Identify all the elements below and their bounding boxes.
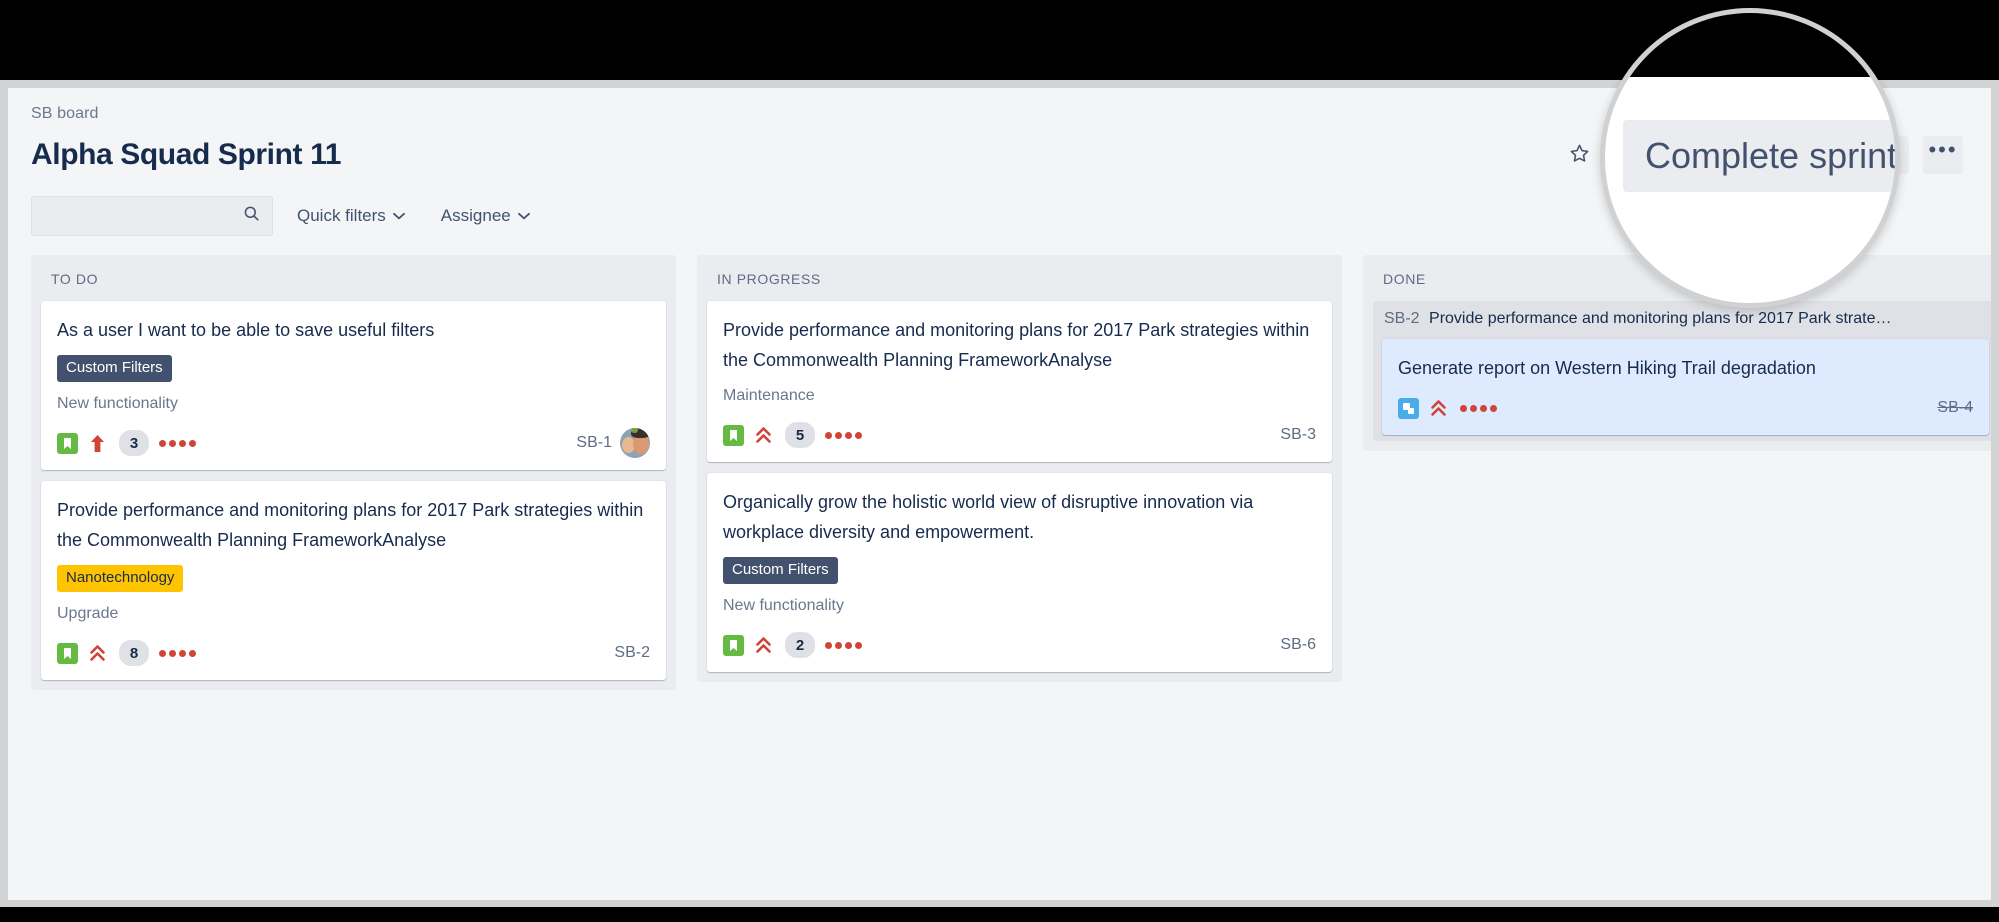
column-title: TO DO (51, 271, 99, 287)
story-icon (723, 634, 744, 656)
issue-meta: 8 (57, 640, 196, 666)
assignee-dropdown[interactable]: Assignee (429, 198, 542, 234)
status-dots (159, 649, 196, 657)
issue-identity: SB-6 (1280, 636, 1316, 654)
issue-meta: 3 (57, 430, 196, 456)
priority-highest-icon (754, 635, 775, 656)
magnifier-content: Complete sprint (1605, 13, 1898, 303)
page-title: Alpha Squad Sprint 11 (31, 138, 341, 171)
magnified-complete-sprint-label: Complete sprint (1645, 135, 1898, 176)
issue-label[interactable]: Custom Filters (723, 557, 838, 584)
issue-card[interactable]: As a user I want to be able to save usef… (41, 301, 666, 470)
column-title: IN PROGRESS (717, 271, 821, 287)
avatar[interactable] (620, 428, 650, 458)
subtask-icon (1398, 397, 1419, 419)
star-button[interactable] (1560, 136, 1598, 174)
issue-meta: 2 (723, 632, 862, 658)
issue-label[interactable]: Nanotechnology (57, 565, 184, 592)
issue-key[interactable]: SB-6 (1280, 636, 1316, 654)
chevron-down-icon (517, 210, 530, 222)
issue-identity: SB-4 (1937, 399, 1973, 417)
status-dots (159, 439, 196, 447)
issue-identity: SB-3 (1280, 426, 1316, 444)
status-dots (1460, 404, 1497, 412)
issue-title: Provide performance and monitoring plans… (723, 320, 1310, 370)
issue-key[interactable]: SB-2 (614, 644, 650, 662)
quick-filters-label: Quick filters (297, 206, 386, 225)
issue-card-footer: 5 SB-3 (723, 420, 1316, 450)
priority-highest-icon (754, 425, 775, 446)
story-points-badge: 2 (785, 632, 815, 658)
magnified-complete-sprint-button: Complete sprint (1623, 120, 1898, 192)
subtask-parent-group: SB-2 Provide performance and monitoring … (1373, 301, 1991, 441)
issue-card-footer: 3 SB-1 (57, 428, 650, 458)
issue-meta (1398, 397, 1497, 419)
issue-card-footer: 2 SB-6 (723, 630, 1316, 660)
board-column-todo: TO DO As a user I want to be able to sav… (31, 255, 676, 690)
issue-identity: SB-2 (614, 644, 650, 662)
issue-epic[interactable]: New functionality (723, 595, 1316, 617)
screen-root: SB board Alpha Squad Sprint 11 ••• Quick… (0, 0, 1999, 922)
issue-key[interactable]: SB-4 (1937, 399, 1973, 417)
issue-card-selected[interactable]: Generate report on Western Hiking Trail … (1382, 339, 1989, 435)
board-columns: TO DO As a user I want to be able to sav… (31, 255, 1991, 900)
story-icon (57, 642, 78, 664)
story-icon (723, 424, 744, 446)
issue-card-footer: 8 SB-2 (57, 638, 650, 668)
status-dots (825, 431, 862, 439)
magnifier-black-strip (1605, 13, 1895, 77)
parent-issue-title: Provide performance and monitoring plans… (1429, 310, 1892, 327)
magnifier-page-strip (1605, 77, 1895, 111)
status-dots (825, 641, 862, 649)
search-input[interactable] (32, 197, 277, 235)
issue-epic[interactable]: Maintenance (723, 385, 1316, 407)
board-column-inprogress: IN PROGRESS Provide performance and moni… (697, 255, 1342, 682)
story-points-badge: 3 (119, 430, 149, 456)
issue-card-footer: SB-4 (1398, 393, 1973, 423)
issue-card[interactable]: Organically grow the holistic world view… (707, 473, 1332, 672)
issue-card[interactable]: Provide performance and monitoring plans… (41, 481, 666, 680)
issue-label[interactable]: Custom Filters (57, 355, 172, 382)
priority-highest-icon (88, 643, 109, 664)
issue-title: Generate report on Western Hiking Trail … (1398, 358, 1816, 378)
magnifier-overlay: Complete sprint (1600, 8, 1900, 308)
search-box[interactable] (31, 196, 277, 236)
issue-title: Provide performance and monitoring plans… (57, 500, 644, 550)
priority-high-icon (88, 433, 109, 454)
story-points-badge: 5 (785, 422, 815, 448)
chevron-down-icon (392, 210, 405, 222)
parent-issue-row[interactable]: SB-2 Provide performance and monitoring … (1373, 308, 1991, 339)
issue-card[interactable]: Provide performance and monitoring plans… (707, 301, 1332, 462)
parent-issue-key[interactable]: SB-2 (1384, 310, 1420, 327)
issue-title: As a user I want to be able to save usef… (57, 320, 435, 340)
more-actions-button[interactable]: ••• (1923, 136, 1963, 174)
story-icon (57, 432, 78, 454)
star-icon (1568, 142, 1591, 168)
letterbox-bottom (0, 907, 1999, 922)
story-points-badge: 8 (119, 640, 149, 666)
issue-title: Organically grow the holistic world view… (723, 492, 1254, 542)
issue-meta: 5 (723, 422, 862, 448)
issue-key[interactable]: SB-1 (576, 434, 612, 452)
filter-bar: Quick filters Assignee (31, 196, 542, 236)
priority-highest-icon (1429, 398, 1450, 419)
ellipsis-icon: ••• (1928, 137, 1958, 162)
issue-epic[interactable]: Upgrade (57, 603, 650, 625)
quick-filters-dropdown[interactable]: Quick filters (285, 198, 417, 234)
issue-epic[interactable]: New functionality (57, 393, 650, 415)
issue-key[interactable]: SB-3 (1280, 426, 1316, 444)
assignee-label: Assignee (440, 206, 511, 225)
issue-identity: SB-1 (576, 428, 650, 458)
